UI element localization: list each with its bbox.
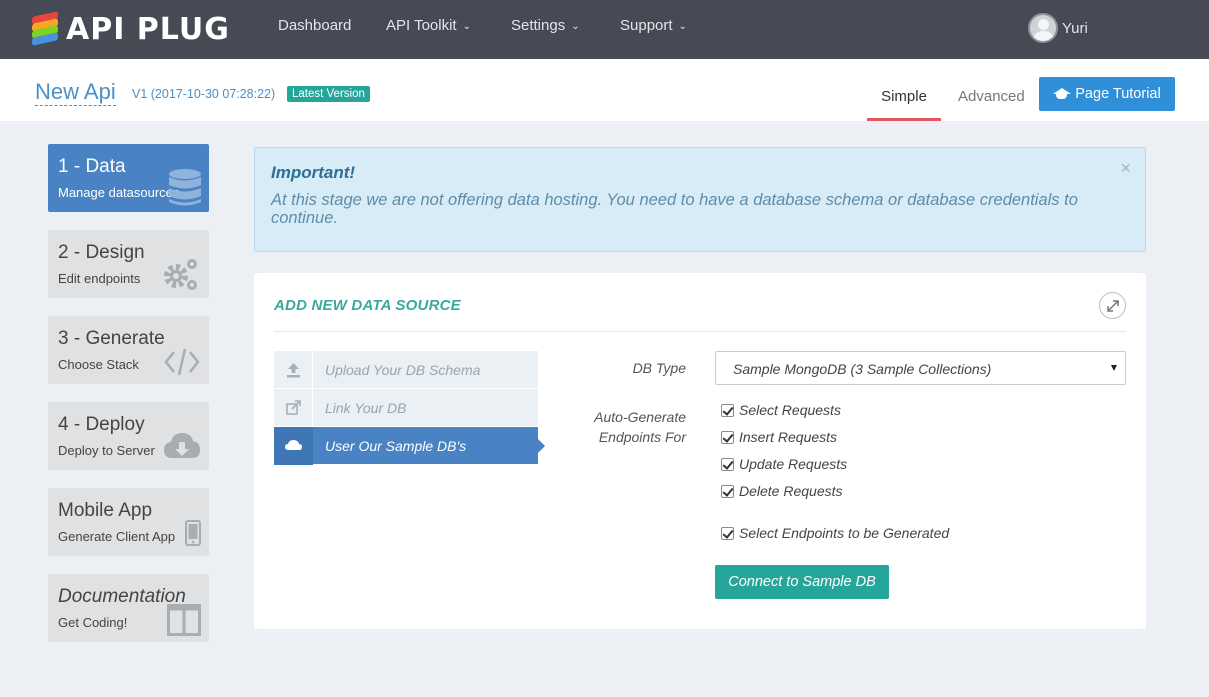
sidebar-step-documentation[interactable]: Documentation Get Coding!	[48, 574, 209, 642]
check-label: Select Requests	[739, 402, 841, 418]
expand-button[interactable]	[1099, 292, 1126, 319]
step-title: 3 - Generate	[58, 328, 165, 349]
source-sample-label: User Our Sample DB's	[325, 438, 467, 454]
autogen-label: Auto-Generate	[594, 409, 686, 425]
cloud-icon	[285, 440, 302, 450]
upload-icon-cell	[274, 351, 313, 389]
checkbox[interactable]	[721, 430, 734, 444]
step-title: 1 - Data	[58, 156, 126, 177]
page-tutorial-label: Page Tutorial	[1075, 86, 1161, 102]
nav-support-label: Support	[620, 17, 673, 34]
db-type-label: DB Type	[632, 360, 686, 376]
database-icon	[169, 169, 201, 206]
alert-title: Important!	[271, 163, 356, 182]
autogen-label-line2: Endpoints For	[598, 429, 686, 445]
checkbox[interactable]	[721, 403, 734, 417]
sidebar-step-deploy[interactable]: 4 - Deploy Deploy to Server	[48, 402, 209, 470]
link-icon-cell	[274, 389, 313, 427]
logo-text: API PLUG	[66, 11, 230, 47]
checkbox[interactable]	[721, 526, 734, 540]
check-label: Update Requests	[739, 456, 848, 472]
source-link-db[interactable]: Link Your DB	[274, 389, 538, 427]
add-data-source-panel: ADD NEW DATA SOURCE Upload Your DB Schem…	[254, 273, 1146, 629]
source-upload-schema[interactable]: Upload Your DB Schema	[274, 351, 538, 389]
check-delete-requests[interactable]: Delete Requests	[721, 483, 843, 499]
upload-icon	[287, 363, 300, 378]
alert-text: At this stage we are not offering data h…	[271, 191, 1078, 227]
tab-advanced[interactable]: Advanced	[958, 88, 1025, 105]
panel-title: ADD NEW DATA SOURCE	[274, 297, 461, 314]
close-icon[interactable]: ×	[1120, 158, 1131, 179]
nav-support[interactable]: Support ⌄	[620, 17, 687, 34]
mobile-icon	[185, 520, 201, 546]
external-link-icon	[286, 400, 301, 415]
status-badge: Latest Version	[287, 86, 370, 102]
step-subtitle: Deploy to Server	[58, 443, 155, 458]
book-icon	[167, 604, 201, 636]
step-subtitle: Get Coding!	[58, 615, 128, 630]
page-tutorial-button[interactable]: Page Tutorial	[1039, 77, 1175, 111]
expand-icon	[1107, 300, 1119, 312]
source-upload-label: Upload Your DB Schema	[325, 362, 481, 378]
api-name-editable[interactable]: New Api	[35, 79, 116, 106]
step-subtitle: Choose Stack	[58, 357, 139, 372]
step-subtitle: Edit endpoints	[58, 271, 141, 286]
check-select-requests[interactable]: Select Requests	[721, 402, 841, 418]
connect-sample-db-button[interactable]: Connect to Sample DB	[715, 565, 889, 599]
source-sample-db[interactable]: User Our Sample DB's	[274, 427, 545, 465]
divider	[274, 331, 1126, 332]
tab-advanced-label: Advanced	[958, 88, 1025, 105]
sidebar-step-generate[interactable]: 3 - Generate Choose Stack	[48, 316, 209, 384]
chevron-down-icon: ⌄	[678, 21, 687, 32]
nav-api-toolkit-label: API Toolkit	[386, 17, 457, 34]
check-insert-requests[interactable]: Insert Requests	[721, 429, 837, 445]
nav-dashboard[interactable]: Dashboard	[278, 17, 351, 34]
page-header: New Api V1 (2017-10-30 07:28:22) Latest …	[0, 59, 1209, 121]
graduation-cap-icon	[1053, 88, 1072, 100]
step-subtitle: Generate Client App	[58, 529, 176, 544]
avatar	[1028, 13, 1058, 43]
cloud-download-icon	[164, 433, 200, 458]
sidebar-step-mobile-app[interactable]: Mobile App Generate Client App	[48, 488, 209, 556]
step-title: 2 - Design	[58, 242, 145, 263]
user-name: Yuri	[1062, 19, 1088, 37]
api-version: V1 (2017-10-30 07:28:22)	[132, 87, 276, 101]
caret-down-icon	[1111, 365, 1117, 371]
top-navbar: API PLUG Dashboard API Toolkit ⌄ Settings…	[0, 0, 1209, 59]
tab-simple-label: Simple	[881, 88, 927, 105]
source-link-label: Link Your DB	[325, 400, 407, 416]
sidebar-step-data[interactable]: 1 - Data Manage datasources	[48, 144, 209, 212]
checkbox[interactable]	[721, 457, 734, 471]
check-label: Select Endpoints to be Generated	[739, 525, 950, 541]
tab-simple[interactable]: Simple	[867, 88, 941, 121]
app-logo[interactable]: API PLUG	[32, 10, 230, 48]
db-type-value: Sample MongoDB (3 Sample Collections)	[733, 361, 992, 377]
check-label: Delete Requests	[739, 483, 843, 499]
gears-icon	[164, 259, 197, 290]
sidebar-step-design[interactable]: 2 - Design Edit endpoints	[48, 230, 209, 298]
connect-label: Connect to Sample DB	[728, 574, 876, 590]
cloud-icon-cell	[274, 427, 313, 465]
nav-dashboard-label: Dashboard	[278, 17, 352, 34]
chevron-down-icon: ⌄	[571, 21, 580, 32]
user-menu[interactable]: Yuri	[1028, 13, 1088, 43]
step-subtitle: Manage datasources	[58, 185, 180, 200]
check-update-requests[interactable]: Update Requests	[721, 456, 847, 472]
check-select-endpoints[interactable]: Select Endpoints to be Generated	[721, 525, 949, 541]
check-label: Insert Requests	[739, 429, 838, 445]
chevron-down-icon: ⌄	[462, 21, 471, 32]
code-icon	[164, 348, 200, 376]
step-title: 4 - Deploy	[58, 414, 145, 435]
db-type-select[interactable]: Sample MongoDB (3 Sample Collections)	[715, 351, 1126, 385]
nav-api-toolkit[interactable]: API Toolkit ⌄	[386, 17, 471, 34]
important-alert: Important! At this stage we are not offe…	[254, 147, 1146, 252]
step-title: Mobile App	[58, 500, 153, 521]
checkbox[interactable]	[721, 484, 734, 498]
logo-stack-icon	[32, 11, 58, 46]
nav-settings-label: Settings	[511, 17, 566, 34]
nav-settings[interactable]: Settings ⌄	[511, 17, 580, 34]
